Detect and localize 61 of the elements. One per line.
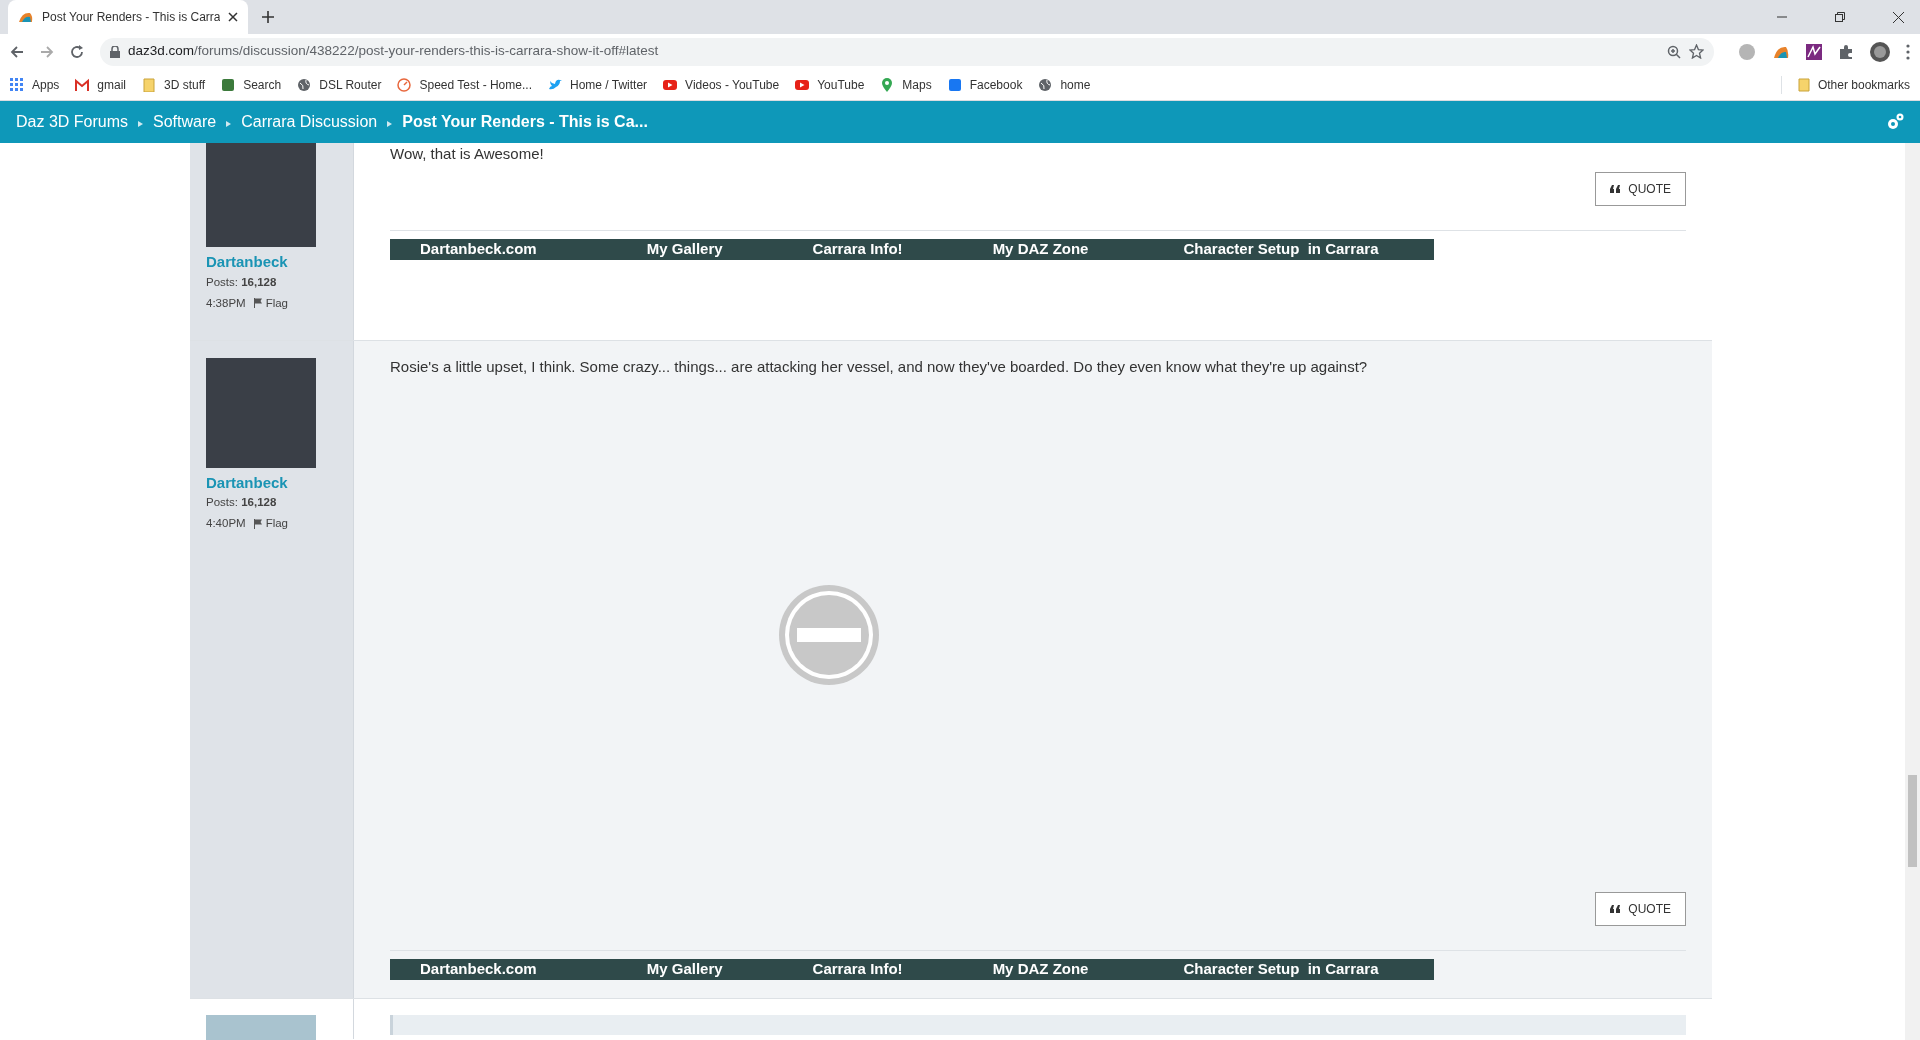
star-icon[interactable] <box>1689 44 1704 59</box>
folder-icon <box>1797 77 1810 92</box>
bookmark[interactable]: YouTube <box>795 75 865 94</box>
bookmark[interactable]: home <box>1038 75 1091 94</box>
bookmark[interactable]: Videos - YouTube <box>663 75 780 94</box>
signature-link[interactable]: Carrara Info! <box>812 958 903 981</box>
close-icon[interactable] <box>228 12 238 22</box>
address-bar[interactable]: daz3d.com/forums/discussion/438222/post-your-renders-this-is-carrara-show-it-off#latest <box>100 37 1714 66</box>
post-text: Rosie's a little upset, I think. Some crazy... things... are attacking her vessel, and now they've boarded. Do they even know what they're up against? <box>390 356 1369 377</box>
bookmark-folder[interactable]: Other bookmarks <box>1780 75 1910 94</box>
flag-link[interactable]: Flag <box>253 294 288 312</box>
scrollbar[interactable] <box>1905 143 1920 1040</box>
restore-icon[interactable] <box>1835 12 1845 22</box>
quote-button[interactable]: QUOTE <box>1595 171 1686 206</box>
bookmark[interactable]: DSL Router <box>297 75 382 94</box>
signature-link[interactable]: Character Setup in Carrara <box>1183 958 1379 981</box>
lock-icon <box>110 45 120 58</box>
post-count: Posts: 16,128 <box>206 274 278 290</box>
signature-link[interactable]: My Gallery <box>646 237 723 261</box>
browser-tab[interactable]: Post Your Renders - This is Carra <box>8 0 248 34</box>
bookmark[interactable]: gmail <box>75 75 127 94</box>
post-time: 4:40PM <box>206 516 246 532</box>
settings-icon[interactable] <box>1886 113 1904 131</box>
quote-icon <box>1610 184 1621 193</box>
bookmark[interactable]: Speed Test - Home... <box>397 75 532 94</box>
chevron-icon <box>387 120 393 127</box>
signature-link[interactable]: My Gallery <box>646 958 723 981</box>
more-menu-icon[interactable] <box>1906 43 1910 60</box>
back-icon[interactable] <box>10 44 24 59</box>
extension-icon[interactable] <box>1806 43 1822 60</box>
quote-button[interactable]: QUOTE <box>1595 892 1686 926</box>
post-time: 4:38PM <box>206 295 246 311</box>
bookmark[interactable]: Maps <box>880 75 932 94</box>
bookmark[interactable]: 3D stuff <box>142 75 206 94</box>
bookmark[interactable]: Search <box>221 75 282 94</box>
puzzle-icon[interactable] <box>1838 43 1854 60</box>
signature-link[interactable]: Dartanbeck.com <box>420 237 537 261</box>
site-logo-icon <box>18 10 34 24</box>
reload-icon[interactable] <box>70 44 84 59</box>
signature-link[interactable]: Dartanbeck.com <box>420 958 537 981</box>
signature-link[interactable]: Character Setup in Carrara <box>1183 237 1379 261</box>
chevron-icon <box>226 120 232 127</box>
signature-link[interactable]: Carrara Info! <box>812 237 903 261</box>
signature-link[interactable]: My DAZ Zone <box>992 237 1089 261</box>
zoom-icon[interactable] <box>1667 44 1681 59</box>
new-tab-icon[interactable] <box>262 11 274 23</box>
url-text: daz3d.com/forums/discussion/438222/post-your-renders-this-is-carrara-show-it-off#latest <box>128 42 659 61</box>
profile-avatar-icon[interactable] <box>1870 41 1890 62</box>
flag-icon <box>253 518 262 529</box>
bookmark[interactable]: Apps <box>10 75 60 94</box>
scrollbar-thumb[interactable] <box>1908 775 1917 867</box>
flag-link[interactable]: Flag <box>253 515 288 533</box>
flag-icon <box>253 298 262 309</box>
signature-link[interactable]: My DAZ Zone <box>992 958 1089 981</box>
post-text: Wow, that is Awesome! <box>390 144 545 164</box>
chevron-icon <box>138 120 144 127</box>
close-icon[interactable] <box>1893 11 1904 23</box>
bookmark[interactable]: Facebook <box>947 75 1023 94</box>
quote-icon <box>1610 905 1621 913</box>
bookmark[interactable]: Home / Twitter <box>547 75 648 94</box>
post-count: Posts: 16,128 <box>206 495 278 510</box>
